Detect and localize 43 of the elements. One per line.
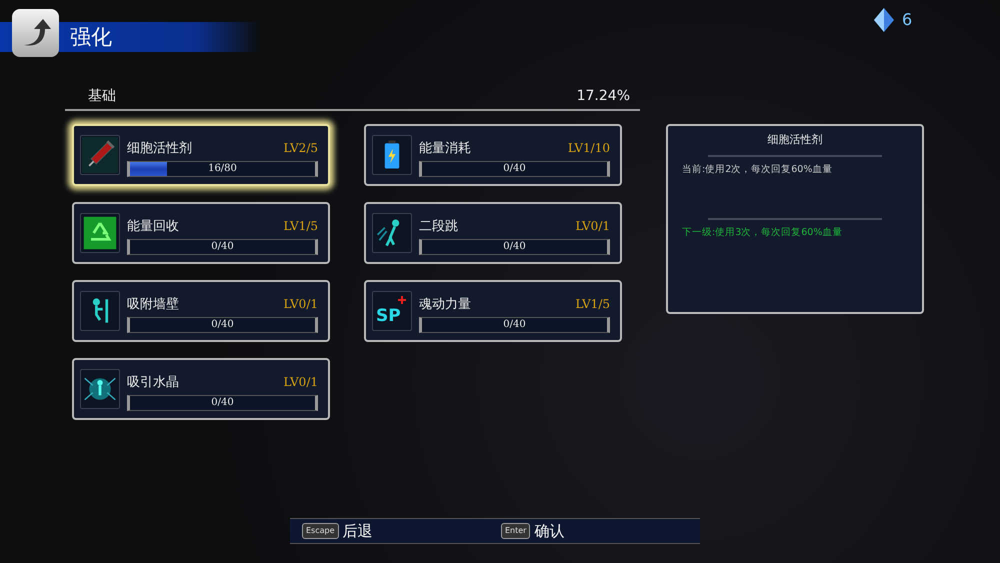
skill-card[interactable]: 能量回收 LV1/5 0/40	[72, 202, 330, 264]
skill-card[interactable]: 二段跳 LV0/1 0/40	[364, 202, 622, 264]
progress-text: 0/40	[502, 240, 527, 254]
plus-icon	[398, 296, 406, 304]
progress-text: 0/40	[502, 318, 527, 332]
skill-card[interactable]: 吸引水晶 LV0/1 0/40	[72, 358, 330, 420]
completion-percent: 17.24%	[576, 87, 630, 106]
skill-name: 细胞活性剂	[127, 140, 192, 158]
skill-card[interactable]: 吸附墙壁 LV0/1 0/40	[72, 280, 330, 342]
action-label[interactable]: 后退	[342, 520, 373, 542]
current-effect-text: 当前:使用2次，每次回复60%血量	[682, 162, 834, 176]
back-button[interactable]	[12, 9, 59, 57]
progress-text: 0/40	[210, 240, 235, 254]
skill-level: LV0/1	[575, 218, 610, 236]
skill-name: 吸引水晶	[127, 374, 179, 392]
key-hint: Escape	[302, 523, 339, 539]
action-label[interactable]: 确认	[534, 520, 564, 542]
skill-level: LV0/1	[283, 296, 318, 314]
skill-level: LV2/5	[283, 140, 318, 158]
skill-name: 能量消耗	[419, 140, 471, 158]
progress-text: 0/40	[210, 318, 235, 332]
skill-name: 二段跳	[419, 218, 458, 236]
next-level-effect-text: 下一级:使用3次，每次回复60%血量	[682, 226, 844, 240]
detail-title: 细胞活性剂	[766, 132, 824, 148]
crystal-count: 6	[902, 9, 912, 31]
skill-card[interactable]: 细胞活性剂 LV2/5 16/80	[72, 124, 330, 186]
skill-level: LV1/10	[568, 140, 610, 158]
skill-level: LV1/5	[283, 218, 318, 236]
skill-name: 魂动力量	[419, 296, 471, 314]
skill-card[interactable]: 能量消耗 LV1/10 0/40	[364, 124, 622, 186]
key-hint: Enter	[501, 523, 530, 539]
skill-level: LV0/1	[283, 374, 318, 392]
progress-text: 16/80	[207, 162, 238, 176]
skill-level: LV1/5	[575, 296, 610, 314]
screen-title: 强化	[70, 24, 112, 51]
crystal-icon	[874, 8, 894, 32]
skill-name: 吸附墙壁	[127, 296, 179, 314]
icon-label: SP	[376, 306, 401, 326]
skill-name: 能量回收	[127, 218, 179, 236]
section-title: 基础	[88, 87, 116, 106]
progress-text: 0/40	[502, 162, 527, 176]
skill-card[interactable]: SP 魂动力量 LV1/5 0/40	[364, 280, 622, 342]
progress-text: 0/40	[210, 396, 235, 410]
